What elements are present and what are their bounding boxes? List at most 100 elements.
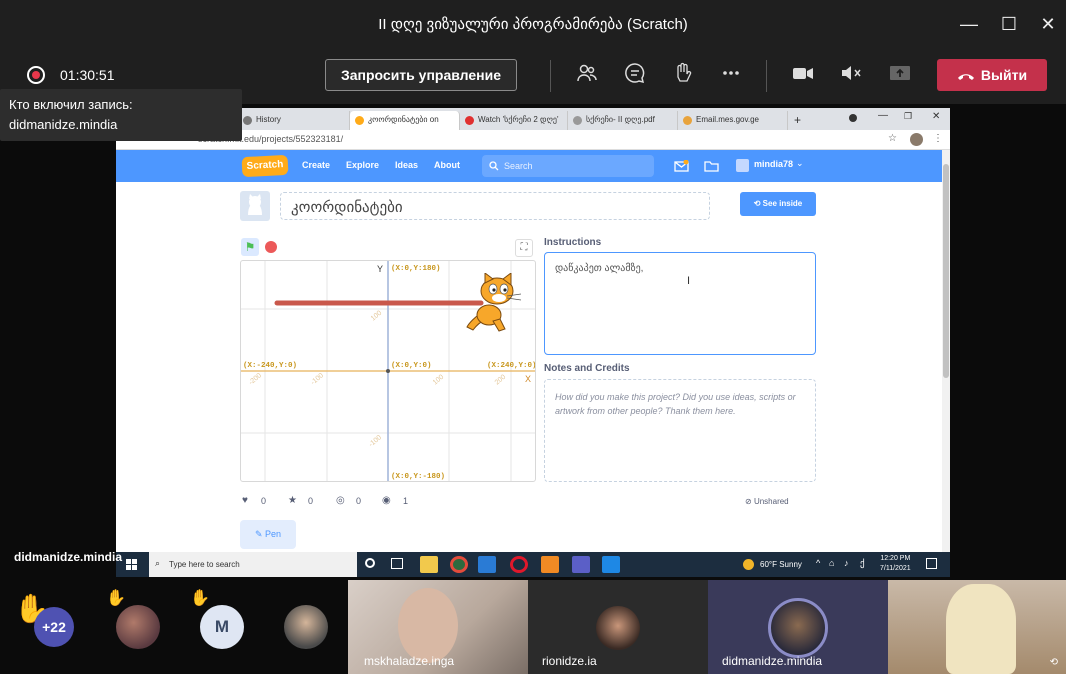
minimize-button[interactable]: — [955, 10, 983, 38]
self-video-tile[interactable]: ⟲ [888, 580, 1066, 674]
tick-label: 100 [432, 374, 446, 387]
maximize-button[interactable]: ☐ [995, 10, 1023, 38]
opera-icon[interactable] [510, 556, 528, 573]
participants-icon[interactable] [573, 62, 601, 90]
see-inside-button[interactable]: ⟲ See inside [740, 192, 816, 216]
tray-chevron-icon[interactable]: ^ [816, 558, 820, 568]
scrollbar-thumb[interactable] [943, 164, 949, 378]
cortana-icon[interactable] [365, 558, 375, 568]
tab-label: სქრეჩი- II დღე.pdf [586, 115, 655, 124]
browser-tab-active[interactable]: კოორდინატები on [350, 111, 460, 130]
project-title-input[interactable]: კოორდინატები [280, 192, 710, 220]
overflow-participants-badge[interactable]: +22 [34, 607, 74, 647]
taskbar-clock[interactable]: 12:20 PM 7/11/2021 [880, 554, 911, 574]
pen-label: Pen [265, 529, 282, 539]
more-options-icon[interactable] [717, 62, 745, 90]
browser-maximize-icon[interactable]: ❐ [904, 111, 912, 122]
toolbar-divider [550, 60, 551, 92]
my-stuff-folder-icon[interactable] [704, 160, 719, 172]
tab-label: Email.mes.gov.ge [696, 115, 759, 124]
chat-icon[interactable] [621, 62, 649, 90]
user-avatar[interactable] [736, 159, 749, 172]
participant-name: rionidze.ia [542, 654, 597, 668]
chrome-icon[interactable] [450, 556, 468, 573]
participant-strip: ✋ +22 ✋ ✋ M mskhaladze.inga rionidze.ia … [0, 578, 1066, 674]
nav-about[interactable]: About [434, 160, 460, 170]
notes-textarea[interactable]: How did you make this project? Did you u… [544, 379, 816, 482]
browser-menu-icon[interactable]: ⋮ [933, 133, 943, 144]
camera-icon[interactable] [789, 62, 817, 90]
scratch-search-input[interactable]: Search [482, 155, 654, 177]
file-explorer-icon[interactable] [420, 556, 438, 573]
participant-video-tile-active-speaker[interactable]: didmanidze.mindia [708, 580, 888, 674]
remote-desktop-icon[interactable] [602, 556, 620, 573]
browser-minimize-icon[interactable]: — [878, 110, 888, 121]
reactions-icon[interactable] [669, 62, 697, 90]
username[interactable]: mindia78 [754, 159, 793, 169]
bookmark-star-icon[interactable]: ☆ [888, 133, 897, 144]
love-count: 0 [261, 496, 267, 506]
notes-label: Notes and Credits [544, 363, 630, 374]
leave-label: Выйти [980, 67, 1028, 83]
profile-avatar[interactable] [910, 133, 923, 146]
nav-explore[interactable]: Explore [346, 160, 379, 170]
nav-create[interactable]: Create [302, 160, 330, 170]
participant-video-tile[interactable]: rionidze.ia [528, 580, 708, 674]
network-icon[interactable]: ⌂ [829, 558, 834, 568]
microphone-muted-icon[interactable] [837, 62, 865, 90]
love-icon[interactable]: ♥ [242, 495, 248, 506]
green-flag-icon[interactable]: ⚑ [241, 238, 259, 256]
favorite-count: 0 [308, 496, 314, 506]
taskbar-search-input[interactable]: ⌕ Type here to search [149, 552, 357, 577]
tab-label: Watch 'სქრეჩი 2 დღე' [478, 115, 559, 124]
recording-icon[interactable] [27, 66, 45, 84]
leave-button[interactable]: Выйти [937, 59, 1047, 91]
fullscreen-icon[interactable]: ⛶ [515, 239, 533, 257]
participant-name: didmanidze.mindia [722, 654, 823, 668]
browser-tab[interactable]: Email.mes.gov.ge [678, 111, 788, 130]
chevron-down-icon[interactable]: ⌄ [796, 158, 804, 169]
request-control-button[interactable]: Запросить управление [325, 59, 517, 91]
cat-sprite[interactable] [463, 273, 525, 337]
history-icon [243, 116, 252, 125]
project-stage[interactable]: Y X (X:0,Y:180) (X:-240,Y:0) (X:0,Y:0) (… [240, 260, 536, 482]
browser-tab[interactable]: სქრეჩი- II დღე.pdf [568, 111, 678, 130]
close-button[interactable]: ✕ [1034, 10, 1062, 38]
browser-tab[interactable]: History [238, 111, 350, 130]
participant-avatar[interactable] [284, 605, 328, 649]
notifications-icon[interactable] [926, 558, 937, 569]
nav-ideas[interactable]: Ideas [395, 160, 418, 170]
profile-menu-icon[interactable] [849, 114, 857, 122]
teams-icon[interactable] [572, 556, 590, 573]
browser-close-icon[interactable]: ✕ [932, 111, 940, 122]
camera-switch-icon[interactable]: ⟲ [1050, 657, 1058, 668]
instructions-textarea[interactable]: დაწკაპეთ ალამზე, I [544, 252, 816, 355]
pen-extension-button[interactable]: ✎ Pen [240, 520, 296, 549]
weather-sun-icon [743, 559, 754, 570]
clock-date: 7/11/2021 [880, 565, 911, 572]
weather-text[interactable]: 60°F Sunny [760, 560, 802, 569]
share-screen-icon[interactable] [886, 62, 914, 90]
participant-avatar-initial[interactable]: M [200, 605, 244, 649]
participant-avatar[interactable] [116, 605, 160, 649]
browser-tab[interactable]: Watch 'სქრეჩი 2 დღე' [460, 111, 568, 130]
task-view-icon[interactable] [391, 558, 403, 569]
participant-video-tile[interactable]: mskhaladze.inga [348, 580, 528, 674]
participant-avatar [596, 606, 640, 650]
photos-icon[interactable] [541, 556, 559, 573]
stop-sign-icon[interactable] [265, 241, 277, 253]
window-title: II დღე ვიზუალური პროგრამირება (Scratch) [378, 16, 688, 33]
mail-icon[interactable] [478, 556, 496, 573]
scratch-logo[interactable]: Scratch [241, 154, 289, 178]
messages-icon[interactable] [674, 160, 689, 172]
windows-start-icon[interactable] [126, 559, 137, 570]
unshared-icon: ⊘ [745, 497, 754, 506]
favorite-icon[interactable]: ★ [288, 495, 297, 506]
browser-scrollbar[interactable] [942, 150, 950, 552]
tick-label: -100 [368, 434, 383, 448]
new-tab-button[interactable]: + [788, 109, 810, 128]
volume-icon[interactable]: ♪ [844, 558, 849, 568]
window-titlebar: II დღე ვიზუალური პროგრამირება (Scratch) … [0, 0, 1066, 48]
language-indicator-icon[interactable]: ქ [860, 558, 865, 569]
unshared-status: ⊘ Unshared [745, 497, 789, 506]
